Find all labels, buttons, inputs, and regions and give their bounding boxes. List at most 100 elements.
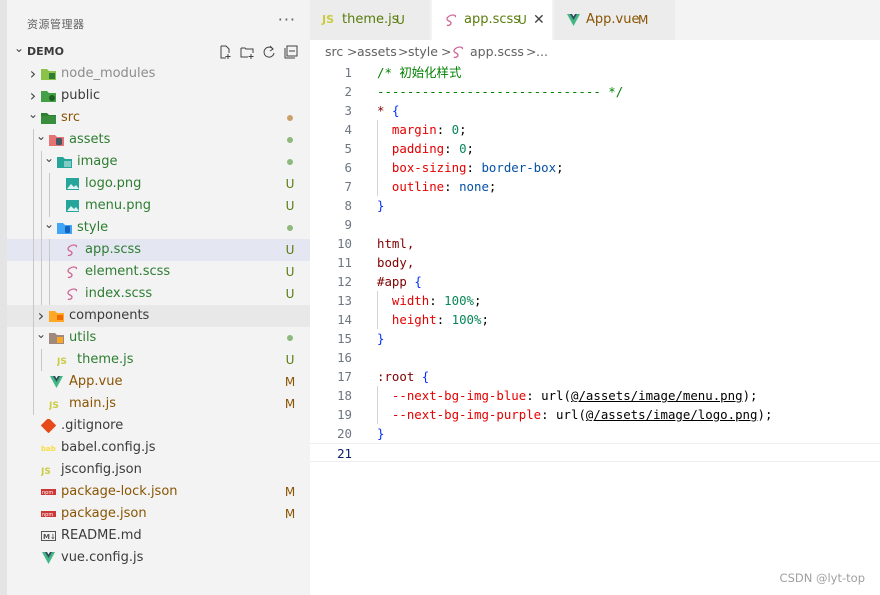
- tree-item-main-js[interactable]: JS main.js M: [7, 393, 310, 415]
- git-status-badge: M: [284, 375, 296, 389]
- code-line[interactable]: 4 margin: 0;: [310, 120, 880, 139]
- tree-item-vue-config-js[interactable]: vue.config.js: [7, 547, 310, 569]
- code-line[interactable]: 1 /* 初始化样式: [310, 63, 880, 82]
- breadcrumb-item[interactable]: ...: [536, 41, 548, 63]
- indent-guide: [49, 283, 50, 305]
- close-icon[interactable]: ✕: [533, 0, 545, 40]
- tree-item-app-scss[interactable]: app.scss U: [7, 239, 310, 261]
- indent-guide: [33, 393, 34, 415]
- code-line[interactable]: 11 body,: [310, 253, 880, 272]
- indent-guide: [41, 283, 42, 305]
- tree-item-node-modules[interactable]: › node_modules: [7, 63, 310, 85]
- code-line[interactable]: 13 width: 100%;: [310, 291, 880, 310]
- breadcrumb-item[interactable]: style: [408, 41, 438, 63]
- line-number: 12: [337, 274, 352, 289]
- tree-item-label: main.js: [69, 396, 116, 411]
- tab-app-scss[interactable]: app.scss U ✕: [432, 0, 553, 40]
- code-text: ------------------------------ */: [377, 84, 624, 99]
- code-line[interactable]: 6 box-sizing: border-box;: [310, 158, 880, 177]
- svg-text:npm: npm: [42, 490, 53, 496]
- chevron-right-icon[interactable]: ›: [27, 63, 39, 85]
- code-line[interactable]: 21: [310, 443, 880, 462]
- tree-item-image[interactable]: ⌄image•: [7, 151, 310, 173]
- breadcrumb-item[interactable]: app.scss: [470, 41, 524, 63]
- more-actions-icon[interactable]: ···: [278, 10, 296, 29]
- tree-item-src[interactable]: ⌄src•: [7, 107, 310, 129]
- chevron-down-icon[interactable]: ⌄: [43, 147, 55, 169]
- tree-item-jsconfig-json[interactable]: JS jsconfig.json: [7, 459, 310, 481]
- tree-item-public[interactable]: › public: [7, 85, 310, 107]
- sass-file-icon: [451, 45, 466, 59]
- code-line[interactable]: 10 html,: [310, 234, 880, 253]
- git-status-badge: U: [285, 199, 295, 213]
- node-modules-folder-icon: [41, 67, 56, 81]
- code-line[interactable]: 8}: [310, 196, 880, 215]
- chevron-down-icon[interactable]: ⌄: [35, 323, 47, 345]
- svg-text:JS: JS: [41, 467, 51, 477]
- tree-item-label: style: [77, 220, 109, 235]
- indent-guide: [41, 217, 42, 239]
- components-folder-icon: [49, 309, 64, 323]
- chevron-down-icon[interactable]: ⌄: [27, 103, 39, 125]
- tab-theme-js[interactable]: JS theme.js U: [310, 0, 431, 40]
- tree-item-element-scss[interactable]: element.scss U: [7, 261, 310, 283]
- code-line[interactable]: 3 * {: [310, 101, 880, 120]
- tree-item-label: theme.js: [77, 352, 134, 367]
- code-line[interactable]: 9: [310, 215, 880, 234]
- root-folder-row[interactable]: ⌄ DEMO: [7, 41, 310, 63]
- git-status-dot: •: [287, 137, 293, 143]
- line-number: 20: [337, 426, 352, 441]
- code-line[interactable]: 19 --next-bg-img-purple: url(@/assets/im…: [310, 405, 880, 424]
- tree-item-logo-png[interactable]: logo.png U: [7, 173, 310, 195]
- git-status-dot: •: [287, 159, 293, 165]
- breadcrumb-separator: >: [398, 44, 409, 59]
- line-number: 5: [344, 141, 352, 156]
- line-number: 6: [344, 160, 352, 175]
- line-number: 18: [337, 388, 352, 403]
- indent-guide: [41, 195, 42, 217]
- code-line[interactable]: 12 #app {: [310, 272, 880, 291]
- tree-item-style[interactable]: ⌄style•: [7, 217, 310, 239]
- indent-guide: [33, 371, 34, 393]
- code-line[interactable]: 16: [310, 348, 880, 367]
- svg-text:npm: npm: [42, 512, 53, 518]
- image-folder-icon: [57, 155, 72, 169]
- tree-item-gitignore[interactable]: .gitignore: [7, 415, 310, 437]
- code-line[interactable]: 20}: [310, 424, 880, 443]
- tree-item-components[interactable]: › components: [7, 305, 310, 327]
- git-status-badge: U: [285, 243, 295, 257]
- code-line[interactable]: 14 height: 100%;: [310, 310, 880, 329]
- tree-item-babel-config-js[interactable]: babel babel.config.js: [7, 437, 310, 459]
- chevron-down-icon[interactable]: ⌄: [13, 37, 25, 59]
- indent-guide: [33, 283, 34, 305]
- chevron-down-icon[interactable]: ⌄: [35, 125, 47, 147]
- tree-item-app-vue[interactable]: App.vue M: [7, 371, 310, 393]
- tree-item-readme-md[interactable]: M↓ README.md: [7, 525, 310, 547]
- code-text: width: 100%;: [391, 293, 482, 308]
- tree-item-index-scss[interactable]: index.scss U: [7, 283, 310, 305]
- tab-app-vue[interactable]: App.vue M: [554, 0, 676, 40]
- tree-item-theme-js[interactable]: JS theme.js U: [7, 349, 310, 371]
- tree-item-utils[interactable]: ⌄utils•: [7, 327, 310, 349]
- breadcrumb-separator: >: [441, 44, 452, 59]
- code-line[interactable]: 5 padding: 0;: [310, 139, 880, 158]
- file-tree: ⌄DEMO›node_modules›public⌄src•⌄assets•⌄i…: [7, 41, 310, 569]
- code-line[interactable]: 18 --next-bg-img-blue: url(@/assets/imag…: [310, 386, 880, 405]
- tree-item-label: src: [61, 110, 80, 125]
- line-number: 16: [337, 350, 352, 365]
- breadcrumb-item[interactable]: src: [325, 41, 343, 63]
- code-line[interactable]: 17:root {: [310, 367, 880, 386]
- breadcrumb-item[interactable]: assets: [357, 41, 397, 63]
- code-text: padding: 0;: [391, 141, 474, 156]
- code-editor[interactable]: 1 /* 初始化样式 2 ------------------------------…: [310, 63, 880, 462]
- line-number: 2: [344, 84, 352, 99]
- code-line[interactable]: 2 ------------------------------ */: [310, 82, 880, 101]
- tree-item-label: jsconfig.json: [61, 462, 142, 477]
- git-status-badge: M: [284, 507, 296, 521]
- chevron-down-icon[interactable]: ⌄: [43, 213, 55, 235]
- code-line[interactable]: 7 outline: none;: [310, 177, 880, 196]
- tree-item-package-lock-json[interactable]: npm package-lock.json M: [7, 481, 310, 503]
- code-line[interactable]: 15}: [310, 329, 880, 348]
- tree-item-package-json[interactable]: npm package.json M: [7, 503, 310, 525]
- line-number: 13: [337, 293, 352, 308]
